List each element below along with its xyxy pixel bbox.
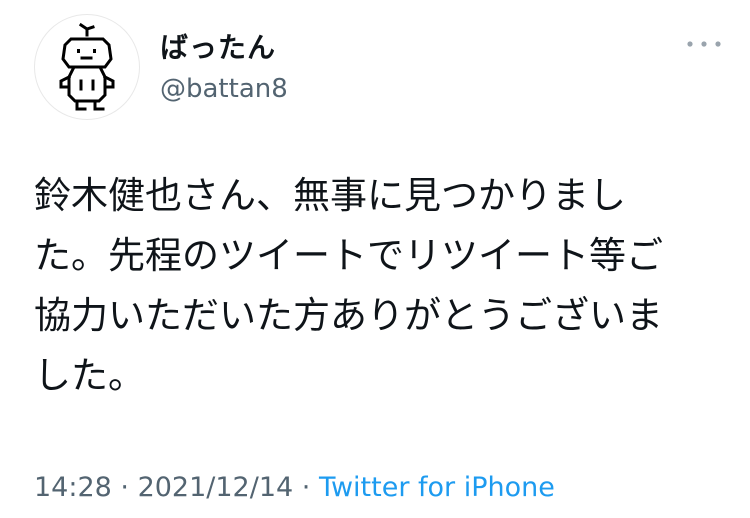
avatar[interactable] (34, 14, 140, 120)
author-display-name[interactable]: ばったん (160, 26, 276, 66)
pixel-character-avatar-icon (59, 22, 115, 111)
more-options-icon (687, 41, 721, 47)
more-options-button[interactable] (684, 34, 724, 54)
tweet-time[interactable]: 14:28 (34, 472, 112, 503)
tweet-source-link[interactable]: Twitter for iPhone (319, 472, 555, 503)
author-handle[interactable]: @battan8 (160, 74, 288, 104)
tweet-card: ばったん @battan8 鈴木健也さん、無事に見つかりました。先程のツイートで… (0, 0, 750, 518)
tweet-metadata: 14:28 · 2021/12/14 · Twitter for iPhone (34, 472, 555, 503)
tweet-date[interactable]: 2021/12/14 (138, 472, 294, 503)
meta-separator: · (293, 472, 319, 503)
tweet-text: 鈴木健也さん、無事に見つかりました。先程のツイートでリツイート等ご協力いただいた… (34, 174, 663, 397)
meta-separator: · (111, 472, 138, 503)
